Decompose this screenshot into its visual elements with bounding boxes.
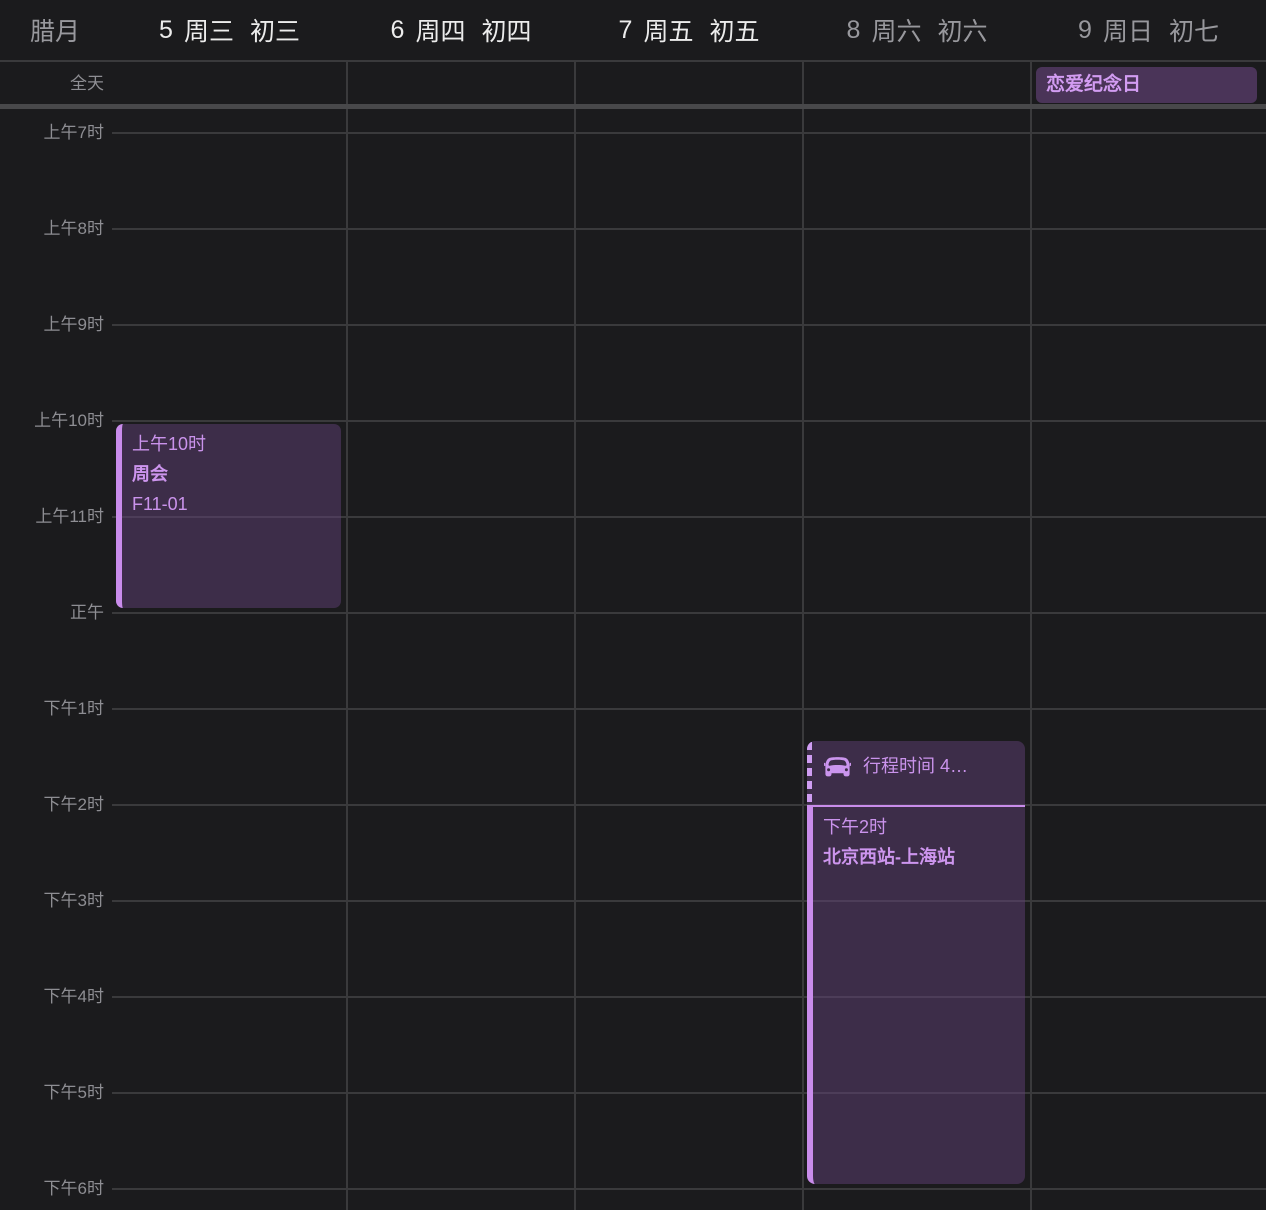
time-label: 下午2时: [0, 794, 104, 816]
day-number: 9: [1078, 16, 1092, 45]
column-divider: [346, 62, 348, 1210]
travel-label: 行程时间 4…: [863, 751, 968, 781]
time-label: 下午3时: [0, 890, 104, 912]
day-number: 5: [159, 16, 173, 45]
event-location: F11-01: [132, 489, 331, 519]
day-header-7[interactable]: 7 周五初五: [575, 0, 803, 60]
event-time: 上午10时: [132, 429, 331, 459]
lunar-month-label: 腊月: [0, 0, 110, 60]
day-lunar: 初七: [1169, 12, 1219, 48]
car-icon: [824, 756, 851, 777]
header-divider: [0, 60, 1266, 62]
all-day-separator: [0, 104, 1266, 109]
event-title: 周会: [132, 459, 331, 489]
day-lunar: 初六: [937, 12, 987, 48]
time-label: 正午: [0, 602, 104, 624]
day-weekday: 周日: [1103, 12, 1153, 48]
day-weekday: 周三: [184, 12, 234, 48]
time-label: 下午4时: [0, 986, 104, 1008]
hour-gridline: [112, 612, 1266, 614]
time-label: 上午11时: [0, 506, 104, 528]
day-weekday: 周四: [415, 12, 465, 48]
travel-row: 行程时间 4…: [807, 741, 1025, 781]
hour-gridline: [112, 324, 1266, 326]
day-header-9[interactable]: 9 周日初七: [1031, 0, 1266, 60]
day-header-5[interactable]: 5 周三初三: [112, 0, 347, 60]
hour-gridline: [112, 900, 1266, 902]
hour-gridline: [112, 228, 1266, 230]
column-divider: [802, 62, 804, 1210]
calendar-event[interactable]: 上午10时周会F11-01: [116, 424, 341, 608]
time-label: 上午10时: [0, 410, 104, 432]
hour-gridline: [112, 132, 1266, 134]
all-day-event[interactable]: 恋爱纪念日: [1036, 67, 1257, 103]
day-header-8[interactable]: 8 周六初六: [803, 0, 1031, 60]
time-label: 上午7时: [0, 122, 104, 144]
time-label: 上午9时: [0, 314, 104, 336]
all-day-label: 全天: [0, 64, 104, 104]
day-number: 7: [619, 16, 633, 45]
time-label: 下午6时: [0, 1178, 104, 1200]
day-lunar: 初三: [250, 12, 300, 48]
time-label: 下午5时: [0, 1082, 104, 1104]
day-number: 8: [847, 16, 861, 45]
hour-gridline: [112, 420, 1266, 422]
time-label: 上午8时: [0, 218, 104, 240]
day-weekday: 周六: [871, 12, 921, 48]
event-time: 下午2时: [823, 812, 1015, 842]
hour-gridline: [112, 1188, 1266, 1190]
hour-gridline: [112, 804, 1266, 806]
travel-time-event[interactable]: 行程时间 4…: [807, 741, 1025, 805]
column-divider: [574, 62, 576, 1210]
calendar-week-view: 腊月 全天 上午7时上午8时上午9时上午10时上午11时正午下午1时下午2时下午…: [0, 0, 1266, 1210]
day-weekday: 周五: [643, 12, 693, 48]
time-label: 下午1时: [0, 698, 104, 720]
hour-gridline: [112, 708, 1266, 710]
hour-gridline: [112, 1092, 1266, 1094]
day-lunar: 初四: [481, 12, 531, 48]
day-lunar: 初五: [709, 12, 759, 48]
column-divider: [1030, 62, 1032, 1210]
hour-gridline: [112, 996, 1266, 998]
calendar-event[interactable]: 下午2时北京西站-上海站: [807, 805, 1025, 1184]
day-header-6[interactable]: 6 周四初四: [347, 0, 575, 60]
event-title: 北京西站-上海站: [823, 842, 1015, 872]
travel-dashed-border: [807, 742, 812, 805]
day-number: 6: [391, 16, 405, 45]
